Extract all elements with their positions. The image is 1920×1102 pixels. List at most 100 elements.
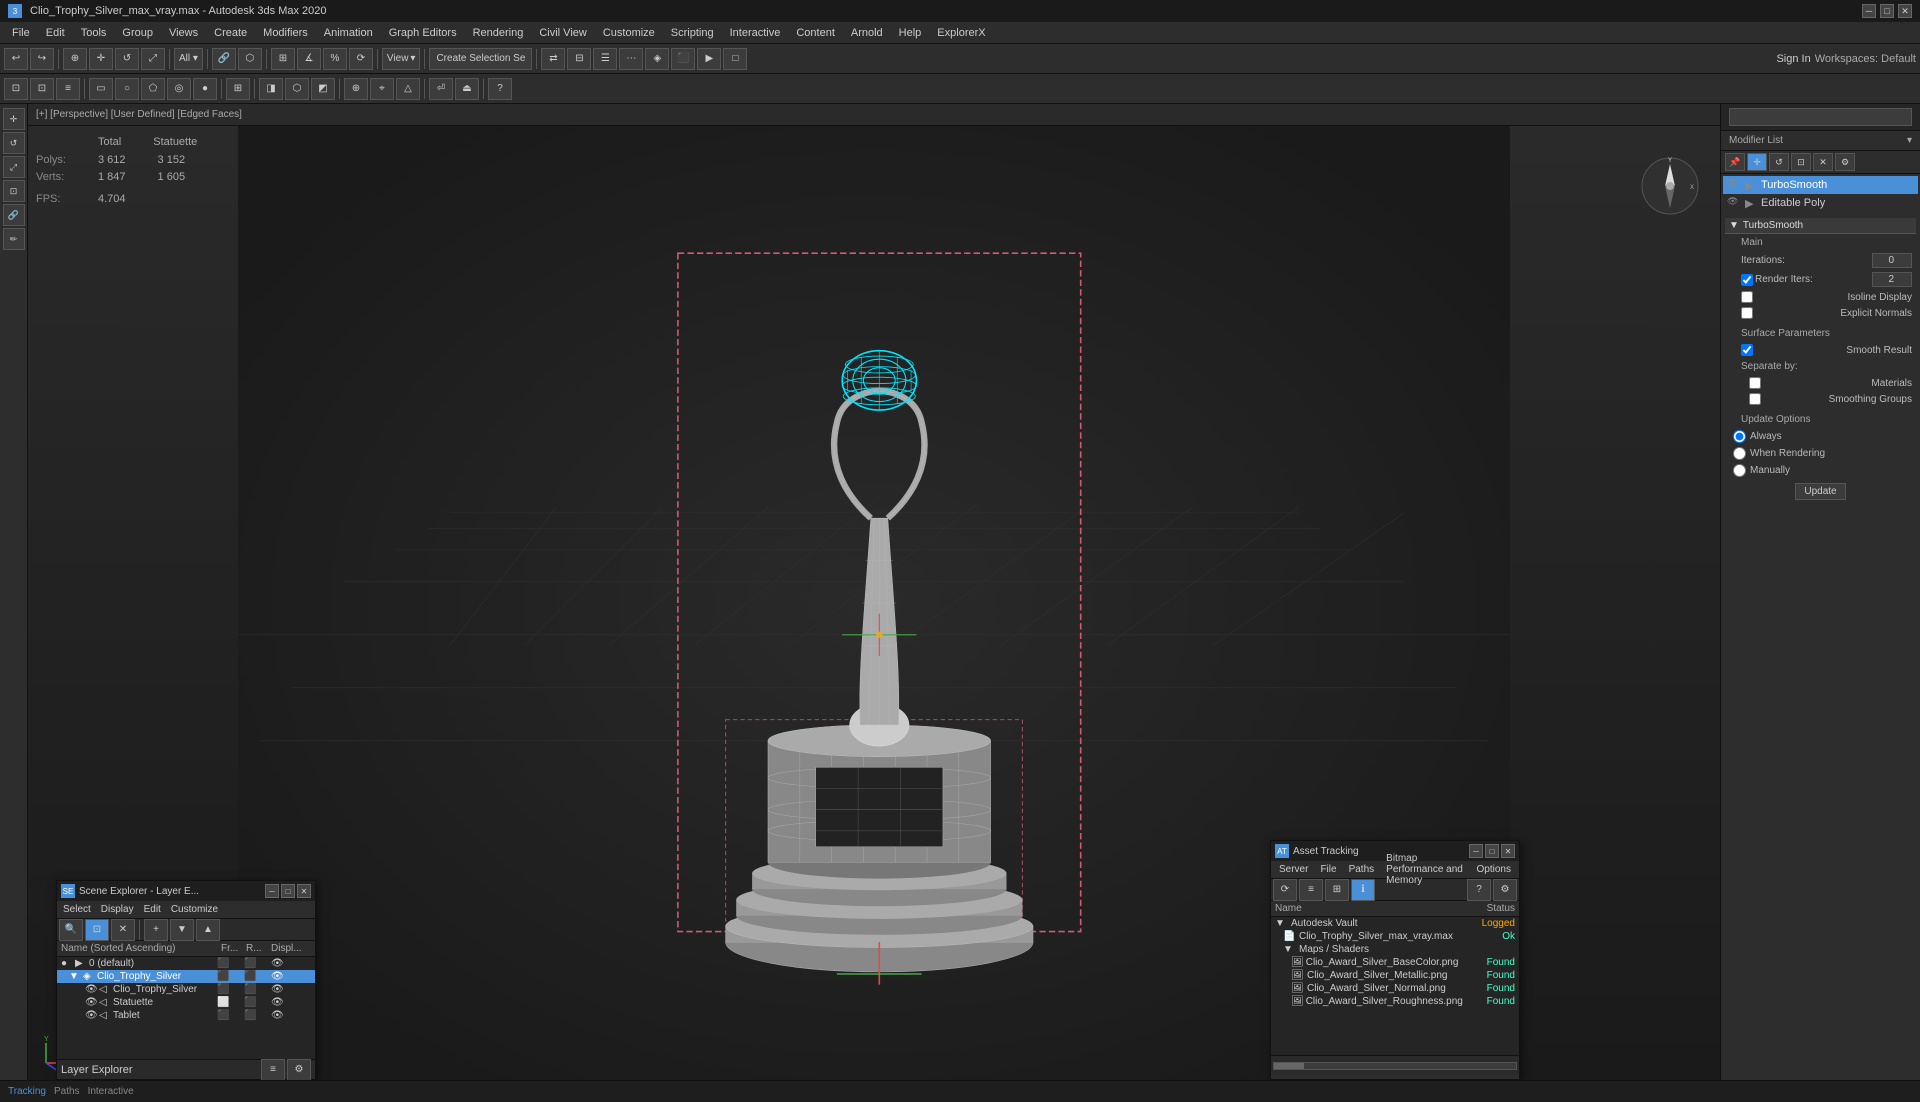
spinner-snap[interactable]: ⟳ xyxy=(349,48,373,70)
se-expand-btn[interactable]: ▼ xyxy=(170,919,194,941)
ts-explicit-check[interactable] xyxy=(1741,307,1753,319)
at-menu-file[interactable]: File xyxy=(1314,863,1342,876)
tb2-named-sel[interactable]: ≡ xyxy=(56,78,80,100)
angle-snap[interactable]: ∡ xyxy=(297,48,321,70)
tb2-anim1[interactable]: ⏎ xyxy=(429,78,453,100)
at-row-4[interactable]: 🖼 Clio_Award_Silver_Metallic.png Found xyxy=(1271,969,1519,982)
se-filter-btn[interactable]: ⊡ xyxy=(85,919,109,941)
menu-item-help[interactable]: Help xyxy=(891,25,930,41)
filter-dropdown[interactable]: All ▾ xyxy=(174,48,203,70)
ts-render-iters-check[interactable] xyxy=(1741,274,1753,286)
tb2-paint[interactable]: ● xyxy=(193,78,217,100)
se-row-1[interactable]: ▼ ◈ Clio_Trophy_Silver ⬛ ⬛ 👁 xyxy=(57,970,315,983)
se-delete-btn[interactable]: ✕ xyxy=(111,919,135,941)
se-search-btn[interactable]: 🔍 xyxy=(59,919,83,941)
graph-btn[interactable]: ⋯ xyxy=(619,48,643,70)
tb2-rect[interactable]: ▭ xyxy=(89,78,113,100)
tb2-shaded[interactable]: ◨ xyxy=(259,78,283,100)
se-footer-btn2[interactable]: ⚙ xyxy=(287,1059,311,1081)
menu-item-tools[interactable]: Tools xyxy=(73,25,115,41)
rotate-button[interactable]: ↺ xyxy=(115,48,139,70)
se-minimize-btn[interactable]: ─ xyxy=(265,884,279,898)
menu-item-rendering[interactable]: Rendering xyxy=(465,25,532,41)
ts-materials-check[interactable] xyxy=(1749,377,1761,389)
menu-item-civil-view[interactable]: Civil View xyxy=(531,25,594,41)
at-list-btn[interactable]: ≡ xyxy=(1299,879,1323,901)
sidebar-scale[interactable]: ⤢ xyxy=(3,156,25,178)
maximize-button[interactable]: □ xyxy=(1880,4,1894,18)
modifier-turbosmooth[interactable]: 👁 ▶ TurboSmooth xyxy=(1723,176,1918,194)
view-dropdown[interactable]: View ▾ xyxy=(382,48,421,70)
menu-item-group[interactable]: Group xyxy=(114,25,161,41)
edpoly-eye[interactable]: 👁 xyxy=(1727,196,1741,210)
menu-item-create[interactable]: Create xyxy=(206,25,255,41)
at-row-5[interactable]: 🖼 Clio_Award_Silver_Normal.png Found xyxy=(1271,982,1519,995)
at-settings-btn[interactable]: ⚙ xyxy=(1493,879,1517,901)
se-collapse-btn[interactable]: ▲ xyxy=(196,919,220,941)
minimize-button[interactable]: ─ xyxy=(1862,4,1876,18)
compass[interactable]: Y X xyxy=(1640,156,1700,216)
ts-update-button[interactable]: Update xyxy=(1795,483,1845,500)
ts-section-header[interactable]: ▼ TurboSmooth xyxy=(1725,218,1916,234)
se-maximize-btn[interactable]: □ xyxy=(281,884,295,898)
at-menu-options[interactable]: Options xyxy=(1471,863,1517,876)
tb2-window-cross[interactable]: ⊞ xyxy=(226,78,250,100)
ts-smoothing-check[interactable] xyxy=(1749,393,1761,405)
workspaces-label[interactable]: Workspaces: Default xyxy=(1815,53,1916,65)
se-menu-customize[interactable]: Customize xyxy=(167,903,222,916)
select-button[interactable]: ⊕ xyxy=(63,48,87,70)
align-button[interactable]: ⊟ xyxy=(567,48,591,70)
scale-button[interactable]: ⤢ xyxy=(141,48,165,70)
se-row-0[interactable]: ● ▶ 0 (default) ⬛ ⬛ 👁 xyxy=(57,957,315,970)
tb2-anim2[interactable]: ⏏ xyxy=(455,78,479,100)
at-menu-bitmap[interactable]: Bitmap Performance and Memory xyxy=(1380,852,1470,887)
at-help-btn[interactable]: ? xyxy=(1467,879,1491,901)
at-scroll-track[interactable] xyxy=(1273,1062,1517,1070)
tb2-ifaces[interactable]: △ xyxy=(396,78,420,100)
render-btn[interactable]: ▶ xyxy=(697,48,721,70)
mod-pin-btn[interactable]: 📌 xyxy=(1725,153,1745,171)
menu-item-scripting[interactable]: Scripting xyxy=(663,25,722,41)
tb2-hidden[interactable]: ◩ xyxy=(311,78,335,100)
tb2-wire[interactable]: ⬡ xyxy=(285,78,309,100)
menu-item-interactive[interactable]: Interactive xyxy=(722,25,789,41)
se-row-2[interactable]: 👁 ◁ Clio_Trophy_Silver ⬛ ⬛ 👁 xyxy=(57,983,315,996)
at-maximize-btn[interactable]: □ xyxy=(1485,844,1499,858)
at-row-2[interactable]: ▼ Maps / Shaders xyxy=(1271,943,1519,956)
at-row-6[interactable]: 🖼 Clio_Award_Silver_Roughness.png Found xyxy=(1271,995,1519,1008)
at-info-btn[interactable]: ℹ xyxy=(1351,879,1375,901)
tb2-iverts[interactable]: ⌖ xyxy=(370,78,394,100)
menu-item-explorerx[interactable]: ExplorerX xyxy=(929,25,993,41)
undo-button[interactable]: ↩ xyxy=(4,48,28,70)
at-grid-btn[interactable]: ⊞ xyxy=(1325,879,1349,901)
at-row-3[interactable]: 🖼 Clio_Award_Silver_BaseColor.png Found xyxy=(1271,956,1519,969)
tb2-sel-sub[interactable]: ⊡ xyxy=(30,78,54,100)
sidebar-rotate[interactable]: ↺ xyxy=(3,132,25,154)
material-btn[interactable]: ◈ xyxy=(645,48,669,70)
bind-button[interactable]: ⬡ xyxy=(238,48,262,70)
se-footer-btn1[interactable]: ≡ xyxy=(261,1059,285,1081)
at-close-btn[interactable]: ✕ xyxy=(1501,844,1515,858)
link-button[interactable]: 🔗 xyxy=(212,48,236,70)
se-menu-edit[interactable]: Edit xyxy=(140,903,165,916)
mod-rotate-btn[interactable]: ↺ xyxy=(1769,153,1789,171)
menu-item-customize[interactable]: Customize xyxy=(595,25,663,41)
mirror-button[interactable]: ⇄ xyxy=(541,48,565,70)
ts-when-rendering-radio[interactable] xyxy=(1733,447,1746,460)
se-row-4[interactable]: 👁 ◁ Tablet ⬛ ⬛ 👁 xyxy=(57,1009,315,1022)
se-menu-display[interactable]: Display xyxy=(97,903,138,916)
se-row-3[interactable]: 👁 ◁ Statuette ⬜ ⬛ 👁 xyxy=(57,996,315,1009)
snap-toggle[interactable]: ⊞ xyxy=(271,48,295,70)
ts-isoline-check[interactable] xyxy=(1741,291,1753,303)
tb2-fence[interactable]: ⬠ xyxy=(141,78,165,100)
turbosmooth-eye[interactable]: 👁 xyxy=(1727,178,1741,192)
at-refresh-btn[interactable]: ⟳ xyxy=(1273,879,1297,901)
menu-item-modifiers[interactable]: Modifiers xyxy=(255,25,316,41)
se-row0-expand[interactable]: ▶ xyxy=(75,958,87,969)
tb2-sel-obj[interactable]: ⊡ xyxy=(4,78,28,100)
menu-item-file[interactable]: File xyxy=(4,25,38,41)
render-setup-btn[interactable]: ⬛ xyxy=(671,48,695,70)
se-menu-select[interactable]: Select xyxy=(59,903,95,916)
menu-item-content[interactable]: Content xyxy=(788,25,843,41)
at-menu-paths[interactable]: Paths xyxy=(1343,863,1381,876)
